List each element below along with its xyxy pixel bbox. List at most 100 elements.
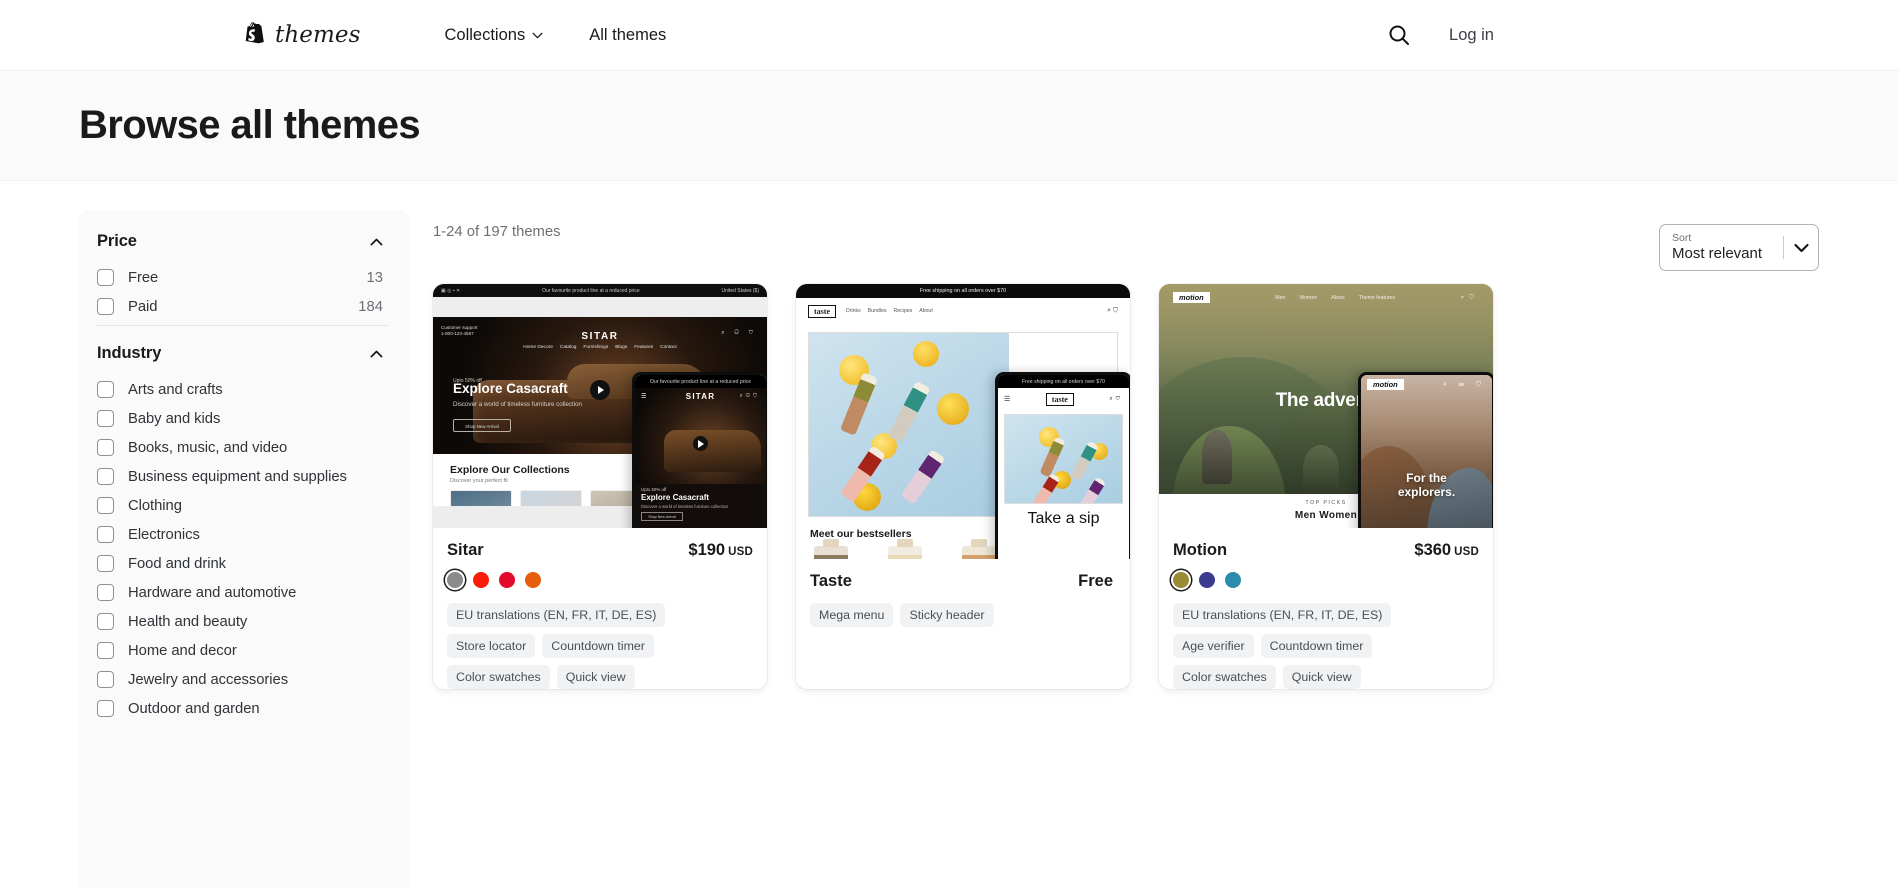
chevron-up-icon[interactable]	[370, 350, 383, 358]
filter-option-baby-and-kids[interactable]: Baby and kids	[95, 404, 389, 433]
filter-option-outdoor-and-garden[interactable]: Outdoor and garden	[95, 694, 389, 723]
nav-item-collections[interactable]: Collections	[445, 27, 544, 44]
checkbox[interactable]	[97, 497, 114, 514]
filter-option-label: Books, music, and video	[128, 439, 288, 456]
color-swatch[interactable]	[1199, 572, 1215, 588]
checkbox[interactable]	[97, 584, 114, 601]
preview-cta-label: Shop New Arrival	[465, 424, 499, 429]
theme-tag: Sticky header	[900, 603, 994, 627]
preview-photo	[1361, 375, 1492, 528]
filter-option-paid[interactable]: Paid 184	[95, 292, 389, 321]
color-swatch[interactable]	[525, 572, 541, 588]
theme-tag: Countdown timer	[542, 634, 654, 658]
filter-option-free[interactable]: Free 13	[95, 263, 389, 292]
filter-option-label: Paid	[128, 298, 158, 315]
theme-card-body: Sitar $190 USD EU translations (EN, FR, I…	[433, 528, 767, 689]
checkbox[interactable]	[97, 439, 114, 456]
theme-price-currency: USD	[728, 546, 753, 558]
preview-nav-item: Features	[634, 345, 654, 350]
sort-select-text: Sort Most relevant	[1672, 232, 1762, 262]
preview-announcement: Our favourite product line at a reduced …	[635, 375, 766, 388]
filter-group-industry-header[interactable]: Industry	[95, 340, 389, 375]
preview-cta-button: Shop New Arrival	[453, 419, 511, 432]
filter-group-price: Price Free 13 Paid 184	[95, 228, 389, 321]
sort-select[interactable]: Sort Most relevant	[1659, 224, 1819, 271]
theme-preview-image[interactable]: Free shipping on all orders over $70 tas…	[796, 284, 1130, 559]
preview-phone-headline: For the explorers.	[1397, 470, 1456, 499]
filter-option-label: Outdoor and garden	[128, 700, 260, 717]
checkbox[interactable]	[97, 526, 114, 543]
preview-nav-item: Bundles	[867, 308, 887, 314]
chevron-up-icon[interactable]	[370, 238, 383, 246]
checkbox[interactable]	[97, 468, 114, 485]
theme-tags: EU translations (EN, FR, IT, DE, ES) Age…	[1173, 603, 1479, 689]
page-body: Price Free 13 Paid 184 Industry Arts and…	[0, 181, 1898, 888]
color-swatch[interactable]	[1225, 572, 1241, 588]
theme-name: Taste	[810, 572, 852, 590]
filter-option-label: Home and decor	[128, 642, 237, 659]
filter-option-health-and-beauty[interactable]: Health and beauty	[95, 607, 389, 636]
preview-announcement: Free shipping on all orders over $70	[796, 284, 1130, 298]
checkbox[interactable]	[97, 410, 114, 427]
preview-nav-item: Drinks	[846, 308, 861, 314]
checkbox[interactable]	[97, 381, 114, 398]
checkbox[interactable]	[97, 671, 114, 688]
checkbox[interactable]	[97, 700, 114, 717]
theme-tag: Age verifier	[1173, 634, 1254, 658]
checkbox[interactable]	[97, 298, 114, 315]
checkbox[interactable]	[97, 613, 114, 630]
color-swatch[interactable]	[473, 572, 489, 588]
theme-card-grid: ▣ ◎ ▪ ✕ Our favourite product line at a …	[409, 270, 1819, 689]
theme-preview-image[interactable]: motion Men Women About Theme features ⌕⛉…	[1159, 284, 1493, 528]
preview-phone-headline: Take a sip	[1027, 510, 1100, 527]
theme-card[interactable]: ▣ ◎ ▪ ✕ Our favourite product line at a …	[433, 284, 767, 689]
filter-option-home-and-decor[interactable]: Home and decor	[95, 636, 389, 665]
theme-card[interactable]: motion Men Women About Theme features ⌕⛉…	[1159, 284, 1493, 689]
filter-option-label: Clothing	[128, 497, 182, 514]
result-count: 1-24 of 197 themes	[433, 224, 561, 240]
login-link[interactable]: Log in	[1449, 26, 1494, 45]
color-swatch[interactable]	[447, 572, 463, 588]
preview-header-icons: ⌕ ⛉	[1107, 307, 1118, 314]
chevron-down-icon[interactable]	[1784, 243, 1818, 253]
filter-group-price-header[interactable]: Price	[95, 228, 389, 263]
theme-card-header: Taste Free	[810, 572, 1116, 591]
color-swatch[interactable]	[499, 572, 515, 588]
preview-nav: Drinks Bundles Recipes About	[846, 308, 933, 314]
nav-item-all-themes[interactable]: All themes	[589, 27, 666, 44]
preview-nav-item: About	[919, 308, 933, 314]
preview-nav-item: Furnishings	[583, 345, 609, 350]
theme-tag: Quick view	[556, 665, 635, 689]
filter-option-electronics[interactable]: Electronics	[95, 520, 389, 549]
checkbox[interactable]	[97, 555, 114, 572]
mobile-preview: Our favourite product line at a reduced …	[632, 372, 767, 528]
theme-preview-image[interactable]: ▣ ◎ ▪ ✕ Our favourite product line at a …	[433, 284, 767, 528]
filter-option-label: Baby and kids	[128, 410, 221, 427]
theme-tag: Countdown timer	[1260, 634, 1373, 658]
preview-wordmark: taste	[808, 304, 836, 318]
theme-card[interactable]: Free shipping on all orders over $70 tas…	[796, 284, 1130, 689]
filter-group-industry: Industry Arts and crafts Baby and kids B…	[95, 325, 389, 723]
filter-option-label: Business equipment and supplies	[128, 468, 347, 485]
preview-region: United States ($)	[721, 287, 759, 294]
preview-section-title: Explore Our Collections	[450, 464, 570, 476]
nav-item-collections-label: Collections	[444, 25, 526, 44]
filter-option-business-equipment-and-supplies[interactable]: Business equipment and supplies	[95, 462, 389, 491]
filter-group-price-title: Price	[97, 232, 137, 250]
brand-logo[interactable]: themes	[243, 22, 361, 48]
checkbox[interactable]	[97, 642, 114, 659]
filter-option-hardware-and-automotive[interactable]: Hardware and automotive	[95, 578, 389, 607]
filter-option-arts-and-crafts[interactable]: Arts and crafts	[95, 375, 389, 404]
theme-price-amount: Free	[1078, 572, 1113, 590]
shopify-bag-icon	[243, 22, 266, 48]
color-swatch[interactable]	[1173, 572, 1189, 588]
checkbox[interactable]	[97, 269, 114, 286]
search-icon[interactable]	[1387, 23, 1411, 47]
filter-option-count: 184	[358, 298, 383, 315]
filter-option-clothing[interactable]: Clothing	[95, 491, 389, 520]
site-header: themes Collections All themes Log in	[0, 0, 1898, 71]
filter-option-jewelry-and-accessories[interactable]: Jewelry and accessories	[95, 665, 389, 694]
filter-option-books-music-and-video[interactable]: Books, music, and video	[95, 433, 389, 462]
theme-tag: Color swatches	[1173, 665, 1276, 689]
filter-option-food-and-drink[interactable]: Food and drink	[95, 549, 389, 578]
